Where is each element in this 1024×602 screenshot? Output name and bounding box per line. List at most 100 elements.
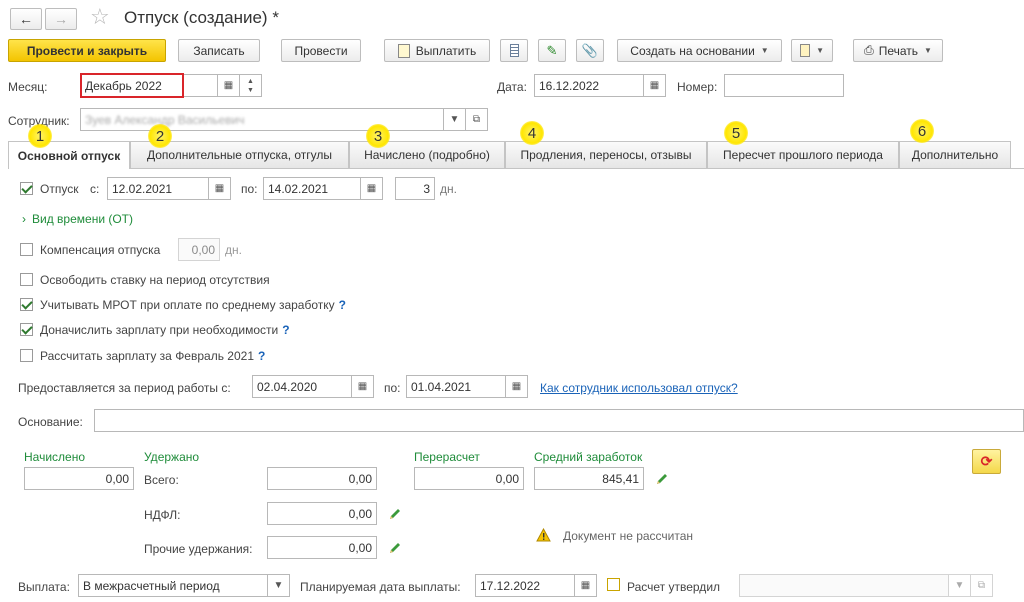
approved-checkbox[interactable]: [607, 578, 620, 591]
attach-button[interactable]: 📎: [576, 39, 604, 62]
tab-recalc-prev-period[interactable]: Пересчет прошлого периода: [707, 141, 899, 168]
save-button[interactable]: Записать: [178, 39, 260, 62]
favorite-star-icon[interactable]: ☆: [90, 4, 110, 30]
print-dropdown[interactable]: ⎙ Печать ▼: [853, 39, 943, 62]
date-input[interactable]: 16.12.2022: [534, 74, 644, 97]
back-button[interactable]: ←: [10, 8, 42, 30]
withheld-label: Удержано: [144, 450, 200, 464]
vacation-days-input[interactable]: 3: [395, 177, 435, 200]
compensation-checkbox[interactable]: [20, 243, 33, 256]
approved-label: Расчет утвердил: [627, 580, 721, 594]
tab-badge-1: 1: [28, 124, 52, 148]
vacation-to-calendar-button[interactable]: ▦: [361, 177, 383, 200]
time-kind-toggle[interactable]: › Вид времени (ОТ): [22, 212, 133, 226]
month-spinner[interactable]: ▲ ▼: [240, 74, 262, 97]
tab-badge-4: 4: [520, 121, 544, 145]
arrow-left-icon: ←: [19, 11, 33, 27]
open-window-icon: ⧉: [472, 114, 481, 125]
planned-date-label: Планируемая дата выплаты:: [300, 580, 461, 594]
refresh-button[interactable]: ⟳: [972, 449, 1001, 474]
recalc-value: 0,00: [414, 467, 524, 490]
paperclip-icon: 📎: [581, 42, 599, 58]
approved-dropdown-button[interactable]: ▼: [949, 574, 971, 597]
date-label: Дата:: [497, 80, 527, 94]
mrot-checkbox[interactable]: [20, 298, 33, 311]
arrow-right-icon: →: [54, 11, 68, 27]
vacation-days-unit: дн.: [440, 182, 457, 196]
help-icon[interactable]: ?: [282, 323, 289, 337]
printer-icon: ⎙: [864, 43, 874, 57]
chevron-right-icon: ›: [22, 212, 26, 226]
tab-extensions[interactable]: Продления, переносы, отзывы: [505, 141, 707, 168]
vacation-from-input[interactable]: 12.02.2021: [107, 177, 209, 200]
total-withheld-label: Всего:: [144, 473, 179, 487]
caret-down-icon: ▼: [760, 46, 769, 55]
basis-input[interactable]: [94, 409, 1024, 432]
month-input[interactable]: Декабрь 2022: [80, 74, 218, 97]
ndfl-label: НДФЛ:: [144, 508, 181, 522]
planned-date-input[interactable]: 17.12.2022: [475, 574, 575, 597]
post-and-close-button[interactable]: Провести и закрыть: [8, 39, 166, 62]
report-button[interactable]: [500, 39, 528, 62]
number-input[interactable]: [724, 74, 844, 97]
calendar-icon: ▦: [580, 580, 591, 591]
accrued-label: Начислено: [24, 450, 86, 464]
open-window-icon: ⧉: [977, 580, 986, 591]
tab-badge-2: 2: [148, 124, 172, 148]
related-docs-dropdown[interactable]: ▼: [791, 39, 833, 62]
tab-main-vacation[interactable]: Основной отпуск: [8, 141, 130, 169]
avg-edit-pencil-icon[interactable]: [654, 471, 670, 487]
month-calendar-button[interactable]: ▦: [218, 74, 240, 97]
work-period-to-calendar-button[interactable]: ▦: [506, 375, 528, 398]
work-period-from-calendar-button[interactable]: ▦: [352, 375, 374, 398]
compensation-label: Компенсация отпуска: [40, 243, 161, 257]
vacation-from-calendar-button[interactable]: ▦: [209, 177, 231, 200]
other-edit-pencil-icon[interactable]: [387, 540, 403, 556]
post-button[interactable]: Провести: [281, 39, 361, 62]
edit-button[interactable]: ✎: [538, 39, 566, 62]
tab-badge-5: 5: [724, 121, 748, 145]
avg-earnings-label: Средний заработок: [534, 450, 643, 464]
accrued-value: 0,00: [24, 467, 134, 490]
release-rate-checkbox[interactable]: [20, 273, 33, 286]
compensation-days-input[interactable]: 0,00: [178, 238, 220, 261]
calendar-icon: ▦: [649, 80, 660, 91]
document-pay-icon: [397, 43, 410, 58]
forward-button[interactable]: →: [45, 8, 77, 30]
vacation-to-label: по:: [241, 182, 258, 196]
payment-dropdown-button[interactable]: ▼: [268, 574, 290, 597]
calendar-icon: ▦: [366, 183, 377, 194]
caret-down-icon: ▼: [449, 114, 460, 125]
accrue-salary-checkbox[interactable]: [20, 323, 33, 336]
employee-open-button[interactable]: ⧉: [466, 108, 488, 131]
work-period-to-input[interactable]: 01.04.2021: [406, 375, 506, 398]
vacation-checkbox[interactable]: [20, 182, 33, 195]
employee-dropdown-button[interactable]: ▼: [444, 108, 466, 131]
total-withheld-value: 0,00: [267, 467, 377, 490]
vacation-usage-link[interactable]: Как сотрудник использовал отпуск?: [540, 381, 738, 395]
employee-input[interactable]: Зуев Александр Васильевич: [80, 108, 444, 131]
calc-salary-label: Рассчитать зарплату за Февраль 2021?: [40, 349, 266, 363]
help-icon[interactable]: ?: [258, 349, 265, 363]
calendar-icon: ▦: [511, 381, 522, 392]
pay-button[interactable]: Выплатить: [384, 39, 490, 62]
mrot-label: Учитывать МРОТ при оплате по среднему за…: [40, 298, 346, 312]
approved-open-button[interactable]: ⧉: [971, 574, 993, 597]
work-period-to-label: по:: [384, 381, 401, 395]
calc-salary-checkbox[interactable]: [20, 349, 33, 362]
ndfl-edit-pencil-icon[interactable]: [387, 506, 403, 522]
planned-date-calendar-button[interactable]: ▦: [575, 574, 597, 597]
date-calendar-button[interactable]: ▦: [644, 74, 666, 97]
vacation-to-input[interactable]: 14.02.2021: [263, 177, 361, 200]
payment-select[interactable]: В межрасчетный период: [78, 574, 268, 597]
recalc-label: Перерасчет: [414, 450, 480, 464]
document-clock-icon: [800, 44, 811, 57]
payment-label: Выплата:: [18, 580, 70, 594]
avg-earnings-value: 845,41: [534, 467, 644, 490]
tab-additional[interactable]: Дополнительно: [899, 141, 1011, 168]
work-period-from-input[interactable]: 02.04.2020: [252, 375, 352, 398]
number-label: Номер:: [677, 80, 718, 94]
create-based-on-dropdown[interactable]: Создать на основании ▼: [617, 39, 782, 62]
help-icon[interactable]: ?: [339, 298, 346, 312]
approved-by-input[interactable]: [739, 574, 949, 597]
